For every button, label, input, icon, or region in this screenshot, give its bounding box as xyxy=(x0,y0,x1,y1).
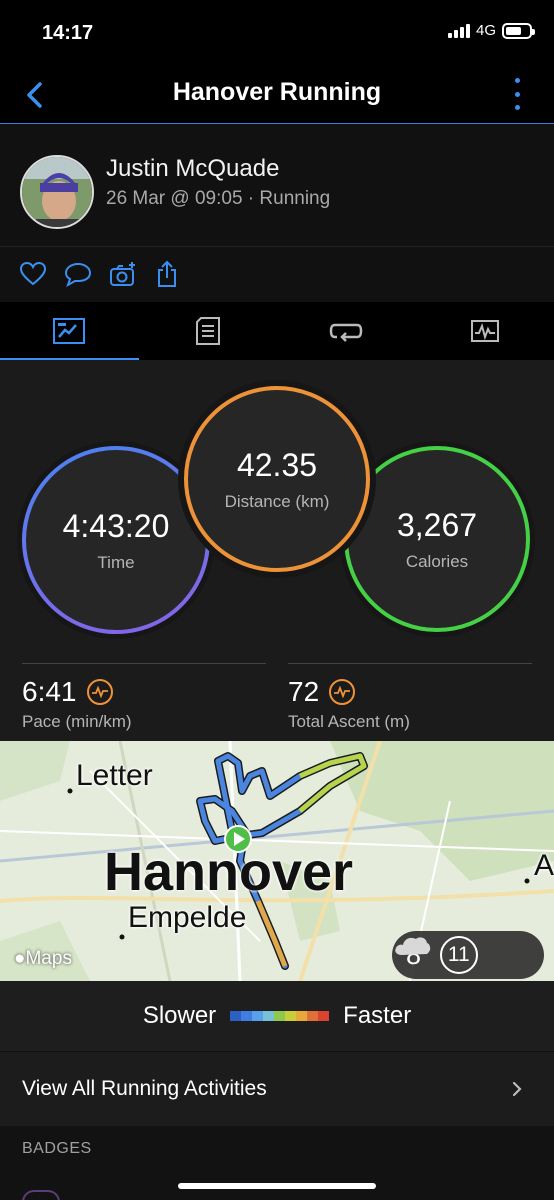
distance-value: 42.35 xyxy=(236,446,318,483)
distance-label: Distance (km) xyxy=(224,491,330,511)
more-dot xyxy=(514,78,520,83)
more-dot xyxy=(514,91,520,97)
comment-button[interactable] xyxy=(63,260,93,288)
camera-add-icon xyxy=(110,262,135,286)
legend-slower: Slower xyxy=(142,1002,217,1029)
status-indicators: 4G xyxy=(447,22,535,39)
tab-stats[interactable] xyxy=(139,302,278,360)
activity-tabs xyxy=(0,302,554,360)
pace-value: 6:41 xyxy=(22,676,77,707)
weather-badge[interactable]: 8° 11 xyxy=(392,931,544,979)
badges-section-header: BADGES xyxy=(22,1140,92,1157)
legend-swatch xyxy=(296,1011,308,1021)
chart-icon xyxy=(470,320,499,342)
time-label: Time xyxy=(97,552,135,572)
legend-swatch xyxy=(241,1011,253,1021)
calories-ring: 3,267 Calories xyxy=(344,446,530,632)
tab-charts[interactable] xyxy=(416,302,554,360)
more-options-button[interactable] xyxy=(512,78,522,110)
apple-icon: ● xyxy=(14,948,26,969)
tab-overview[interactable] xyxy=(0,302,139,360)
avatar[interactable] xyxy=(20,155,94,229)
time-value: 4:43:20 xyxy=(62,507,170,544)
badge-icon[interactable] xyxy=(22,1190,60,1200)
comment-icon xyxy=(64,262,92,288)
add-photo-button[interactable] xyxy=(108,260,138,288)
distance-ring: 42.35 Distance (km) xyxy=(184,386,370,572)
overview-icon xyxy=(53,318,86,344)
legend-faster: Faster xyxy=(343,1002,412,1029)
share-icon xyxy=(158,260,176,287)
ascent-value: 72 xyxy=(288,676,320,707)
more-dot xyxy=(514,105,520,110)
activity-owner: Justin McQuade 26 Mar @ 09:05 · Running xyxy=(0,125,554,247)
calories-value: 3,267 xyxy=(396,506,478,543)
heart-icon xyxy=(19,261,47,286)
view-all-label: View All Running Activities xyxy=(22,1077,267,1100)
cloud-icon xyxy=(395,937,430,955)
legend-swatch xyxy=(285,1011,297,1021)
legend-swatch xyxy=(318,1011,330,1021)
tab-laps[interactable] xyxy=(277,302,416,360)
activity-date-type: 26 Mar @ 09:05 · Running xyxy=(106,188,331,209)
signal-icon xyxy=(447,23,470,38)
legend-gradient xyxy=(230,1011,330,1021)
ascent-stat: 72 Total Ascent (m) xyxy=(288,676,410,732)
like-button[interactable] xyxy=(18,260,48,288)
pace-stat: 6:41 Pace (min/km) xyxy=(22,676,132,732)
home-indicator[interactable] xyxy=(178,1183,376,1189)
activity-stats: 4:43:20 Time 3,267 Calories 42.35 Distan… xyxy=(0,360,554,741)
map-label-city: Hannover xyxy=(104,842,354,902)
maps-attribution[interactable]: ●Maps xyxy=(14,948,72,970)
chevron-right-icon xyxy=(512,1081,522,1097)
route-map[interactable]: Letter Hannover Empelde A ●Maps 8° 11 xyxy=(0,741,554,981)
wind-speed-icon: 11 xyxy=(439,936,478,974)
network-type: 4G xyxy=(475,22,496,39)
legend-swatch xyxy=(274,1011,286,1021)
divider xyxy=(288,663,532,664)
legend-swatch xyxy=(307,1011,319,1021)
divider xyxy=(22,663,266,664)
map-label-empelde: Empelde xyxy=(128,901,247,934)
calories-label: Calories xyxy=(405,551,469,571)
laps-icon xyxy=(329,323,363,342)
pace-legend: Slower Faster xyxy=(0,981,554,1051)
legend-swatch xyxy=(263,1011,275,1021)
profile-name[interactable]: Justin McQuade xyxy=(106,155,279,183)
map-label-edge: A xyxy=(534,849,554,882)
legend-swatch xyxy=(252,1011,264,1021)
time-ring: 4:43:20 Time xyxy=(22,446,210,634)
activity-pulse-icon[interactable] xyxy=(86,679,113,705)
nav-header: Hanover Running xyxy=(0,66,554,124)
map-label-letter: Letter xyxy=(76,759,153,792)
activity-actions xyxy=(0,248,554,302)
ascent-label: Total Ascent (m) xyxy=(288,712,410,731)
share-button[interactable] xyxy=(153,260,183,288)
battery-icon xyxy=(502,22,535,39)
legend-swatch xyxy=(230,1011,242,1021)
page-title: Hanover Running xyxy=(172,78,382,106)
document-icon xyxy=(195,317,220,345)
pace-label: Pace (min/km) xyxy=(22,712,132,731)
activity-pulse-icon[interactable] xyxy=(329,679,356,705)
status-time: 14:17 xyxy=(42,22,94,44)
avatar-image xyxy=(22,157,92,227)
wind-speed: 11 xyxy=(447,943,470,966)
status-bar: 14:17 4G xyxy=(0,0,554,66)
view-all-activities-row[interactable]: View All Running Activities xyxy=(0,1052,554,1126)
maps-attribution-text: Maps xyxy=(25,948,72,969)
